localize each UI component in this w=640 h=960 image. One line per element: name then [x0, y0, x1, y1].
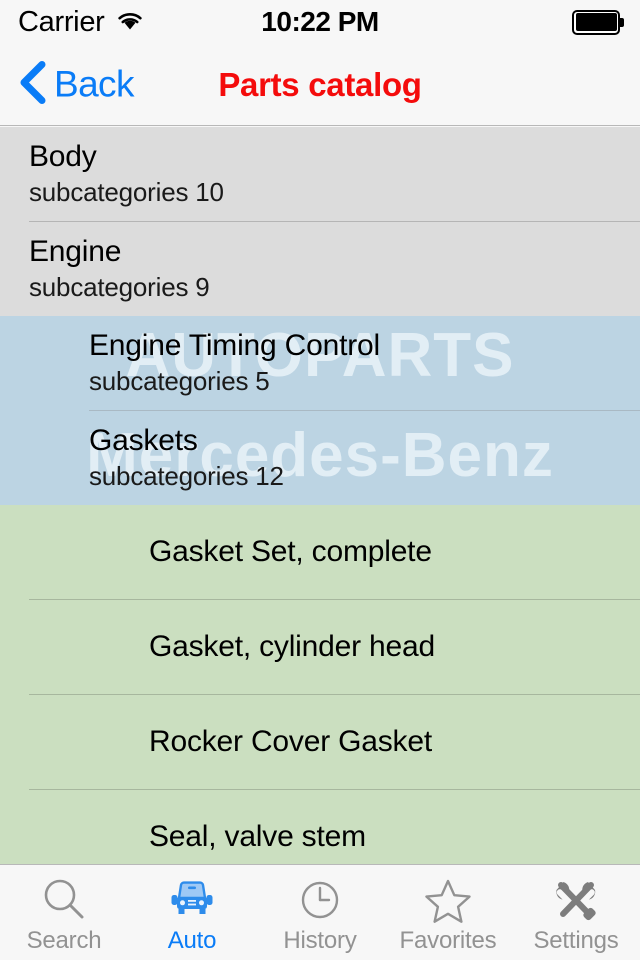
- tab-label: History: [283, 926, 357, 954]
- catalog-list[interactable]: Body subcategories 10 Engine subcategori…: [0, 127, 640, 864]
- list-item-title: Gaskets: [89, 424, 198, 458]
- tab-favorites[interactable]: Favorites: [384, 865, 512, 960]
- battery-full-icon: [572, 9, 624, 35]
- list-item-subtitle: subcategories 5: [89, 365, 270, 396]
- page-title: Parts catalog: [218, 65, 422, 103]
- list-item-title: Gasket Set, complete: [149, 534, 432, 568]
- clock-label: 10:22 PM: [261, 6, 379, 37]
- category-section-level-2: AUTOPARTS Mercedes-Benz Engine Timing Co…: [0, 316, 640, 505]
- star-icon: [422, 875, 474, 925]
- status-bar: Carrier 10:22 PM: [0, 0, 640, 44]
- list-item[interactable]: Rocker Cover Gasket: [0, 695, 640, 789]
- tools-icon: [550, 875, 602, 925]
- list-item-title: Body: [29, 140, 97, 174]
- category-section-level-1: Body subcategories 10 Engine subcategori…: [0, 127, 640, 316]
- tab-label: Favorites: [399, 926, 497, 954]
- list-item-title: Engine: [29, 235, 122, 269]
- list-item[interactable]: Gasket Set, complete: [0, 505, 640, 599]
- tab-bar: Search Auto History Favorites Settings: [0, 864, 640, 960]
- clock-icon: [295, 875, 345, 925]
- list-item[interactable]: Body subcategories 10: [0, 127, 640, 221]
- list-item[interactable]: Seal, valve stem: [0, 790, 640, 864]
- list-item[interactable]: Engine subcategories 9: [0, 222, 640, 316]
- status-bar-right: [572, 9, 624, 35]
- list-item-subtitle: subcategories 10: [29, 176, 224, 207]
- app-screen: Carrier 10:22 PM Back Parts catalog Body…: [0, 0, 640, 960]
- tab-search[interactable]: Search: [0, 865, 128, 960]
- list-item[interactable]: Gaskets subcategories 12: [0, 411, 640, 505]
- parts-section-level-3: Gasket Set, complete Gasket, cylinder he…: [0, 505, 640, 864]
- list-item-title: Engine Timing Control: [89, 329, 380, 363]
- list-item-title: Rocker Cover Gasket: [149, 724, 432, 758]
- navigation-bar: Back Parts catalog: [0, 44, 640, 126]
- list-item-title: Seal, valve stem: [149, 819, 366, 853]
- car-icon: [165, 875, 219, 925]
- tab-auto[interactable]: Auto: [128, 865, 256, 960]
- tab-settings[interactable]: Settings: [512, 865, 640, 960]
- tab-label: Search: [26, 926, 102, 954]
- list-item-title: Gasket, cylinder head: [149, 629, 435, 663]
- list-item-subtitle: subcategories 9: [29, 271, 210, 302]
- list-item[interactable]: Engine Timing Control subcategories 5: [0, 316, 640, 410]
- tab-label: Auto: [167, 926, 217, 954]
- tab-history[interactable]: History: [256, 865, 384, 960]
- magnifier-icon: [39, 875, 89, 925]
- tab-label: Settings: [533, 926, 619, 954]
- list-item-subtitle: subcategories 12: [89, 460, 284, 491]
- list-item[interactable]: Gasket, cylinder head: [0, 600, 640, 694]
